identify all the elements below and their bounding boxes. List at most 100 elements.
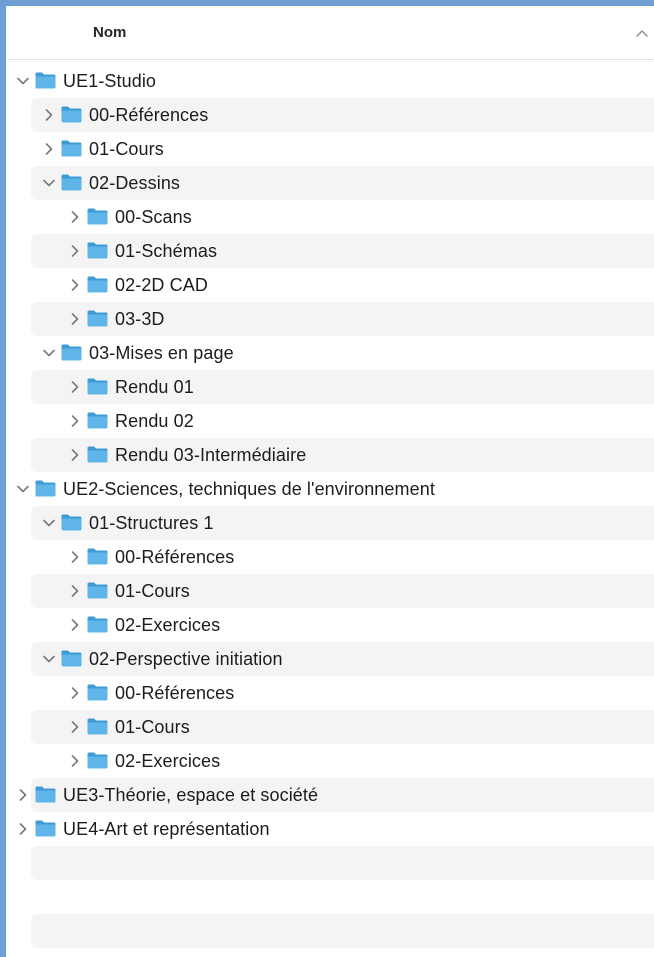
folder-icon: [35, 786, 56, 803]
folder-icon: [35, 480, 56, 497]
chevron-right-icon[interactable]: [69, 381, 81, 393]
folder-row[interactable]: UE1-Studio: [17, 64, 654, 98]
chevron-right-icon[interactable]: [69, 245, 81, 257]
folder-row[interactable]: 01-Cours: [31, 132, 654, 166]
folder-name: 02-Exercices: [115, 615, 221, 635]
folder-icon: [87, 684, 108, 701]
folder-name: UE2-Sciences, techniques de l'environnem…: [63, 479, 435, 499]
folder-row[interactable]: UE2-Sciences, techniques de l'environnem…: [17, 472, 654, 506]
folder-name: 00-Références: [115, 547, 235, 567]
folder-icon: [61, 140, 82, 157]
folder-row[interactable]: 02-Dessins: [31, 166, 654, 200]
folder-row[interactable]: 02-Exercices: [31, 608, 654, 642]
folder-icon: [35, 72, 56, 89]
folder-icon: [61, 650, 82, 667]
folder-name: 00-Scans: [115, 207, 192, 227]
finder-list-view: Nom UE1-Studio 00-Références 01-Cours 02-De…: [8, 7, 654, 957]
folder-row[interactable]: UE4-Art et représentation: [19, 812, 654, 846]
folder-icon: [61, 344, 82, 361]
folder-icon: [87, 208, 108, 225]
folder-icon: [87, 718, 108, 735]
chevron-right-icon[interactable]: [69, 551, 81, 563]
chevron-right-icon[interactable]: [69, 211, 81, 223]
chevron-down-icon[interactable]: [17, 483, 29, 495]
folder-name: 03-Mises en page: [89, 343, 234, 363]
folder-icon: [61, 106, 82, 123]
folder-row[interactable]: Rendu 01: [31, 370, 654, 404]
chevron-down-icon[interactable]: [43, 653, 55, 665]
folder-row[interactable]: 02-Exercices: [31, 744, 654, 778]
folder-name: Rendu 02: [115, 411, 194, 431]
folder-icon: [87, 310, 108, 327]
empty-row: [31, 846, 654, 880]
folder-icon: [87, 548, 108, 565]
folder-row[interactable]: Rendu 03-Intermédiaire: [31, 438, 654, 472]
folder-row[interactable]: 01-Structures 1: [31, 506, 654, 540]
chevron-right-icon[interactable]: [69, 687, 81, 699]
chevron-right-icon[interactable]: [69, 449, 81, 461]
chevron-right-icon[interactable]: [69, 415, 81, 427]
chevron-right-icon[interactable]: [69, 279, 81, 291]
chevron-right-icon[interactable]: [69, 721, 81, 733]
folder-icon: [61, 174, 82, 191]
folder-icon: [61, 514, 82, 531]
folder-name: 02-Dessins: [89, 173, 181, 193]
folder-row[interactable]: Rendu 02: [31, 404, 654, 438]
folder-name: 03-3D: [115, 309, 165, 329]
chevron-right-icon[interactable]: [69, 585, 81, 597]
folder-icon: [35, 820, 56, 837]
folder-row[interactable]: 00-Références: [31, 676, 654, 710]
folder-row[interactable]: UE3-Théorie, espace et société: [19, 778, 654, 812]
folder-name: Rendu 01: [115, 377, 194, 397]
folder-row[interactable]: 02-2D CAD: [31, 268, 654, 302]
folder-icon: [87, 752, 108, 769]
folder-name: 00-Références: [115, 683, 235, 703]
sort-ascending-icon[interactable]: [636, 29, 648, 37]
folder-name: 01-Structures 1: [89, 513, 214, 533]
folder-icon: [87, 378, 108, 395]
chevron-down-icon[interactable]: [43, 517, 55, 529]
chevron-right-icon[interactable]: [17, 789, 29, 801]
chevron-right-icon[interactable]: [69, 313, 81, 325]
chevron-down-icon[interactable]: [17, 75, 29, 87]
folder-name: 00-Références: [89, 105, 209, 125]
column-header[interactable]: Nom: [8, 7, 654, 60]
folder-icon: [87, 616, 108, 633]
folder-icon: [87, 582, 108, 599]
empty-row: [31, 914, 654, 948]
folder-icon: [87, 412, 108, 429]
folder-row[interactable]: 01-Cours: [31, 710, 654, 744]
folder-name: UE3-Théorie, espace et société: [63, 785, 319, 805]
folder-row[interactable]: 01-Schémas: [31, 234, 654, 268]
column-header-name[interactable]: Nom: [93, 24, 126, 41]
folder-row[interactable]: 03-Mises en page: [31, 336, 654, 370]
chevron-down-icon[interactable]: [43, 177, 55, 189]
chevron-right-icon[interactable]: [17, 823, 29, 835]
folder-name: UE1-Studio: [63, 71, 157, 91]
window-frame-top: [0, 0, 654, 6]
chevron-right-icon[interactable]: [43, 143, 55, 155]
folder-icon: [87, 276, 108, 293]
folder-name: 02-2D CAD: [115, 275, 208, 295]
folder-row[interactable]: 03-3D: [31, 302, 654, 336]
folder-name: UE4-Art et représentation: [63, 819, 270, 839]
folder-row[interactable]: 02-Perspective initiation: [31, 642, 654, 676]
folder-icon: [87, 446, 108, 463]
chevron-right-icon[interactable]: [43, 109, 55, 121]
folder-name: 01-Schémas: [115, 241, 218, 261]
folder-row[interactable]: 00-Références: [31, 98, 654, 132]
chevron-right-icon[interactable]: [69, 755, 81, 767]
folder-name: 01-Cours: [115, 581, 190, 601]
folder-row[interactable]: 00-Références: [31, 540, 654, 574]
empty-row: [31, 880, 654, 914]
folder-row[interactable]: 01-Cours: [31, 574, 654, 608]
chevron-right-icon[interactable]: [69, 619, 81, 631]
folder-name: 02-Exercices: [115, 751, 221, 771]
folder-row[interactable]: 00-Scans: [31, 200, 654, 234]
folder-icon: [87, 242, 108, 259]
chevron-down-icon[interactable]: [43, 347, 55, 359]
folder-name: 01-Cours: [115, 717, 190, 737]
folder-name: Rendu 03-Intermédiaire: [115, 445, 307, 465]
folder-name: 02-Perspective initiation: [89, 649, 283, 669]
folder-name: 01-Cours: [89, 139, 164, 159]
